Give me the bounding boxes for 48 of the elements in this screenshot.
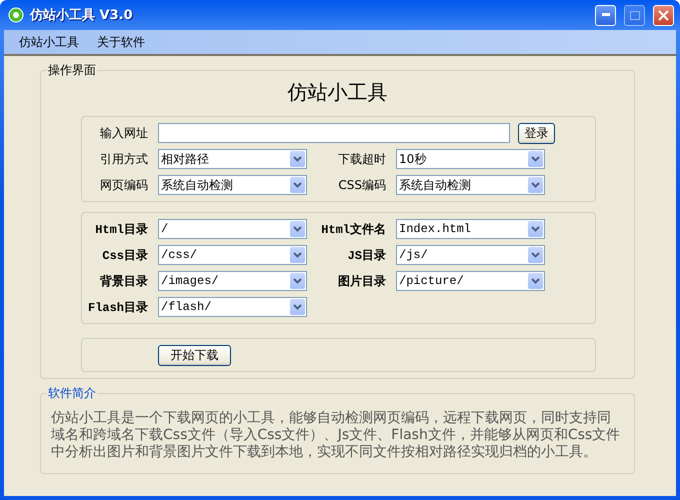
field-label: 背景目录 [98,274,148,290]
combo-box[interactable]: 系统自动检测 [158,175,307,195]
field-label: 下载超时 [337,150,386,168]
field-label: 图片目录 [337,274,386,290]
dropdown-icon[interactable] [290,273,305,289]
field-label: Flash目录 [88,300,148,316]
window-title: 仿站小工具 V3.0 [30,7,134,24]
menu-item[interactable]: 关于软件 [90,30,152,54]
maximize-icon[interactable] [624,4,645,26]
heading: 仿站小工具 [286,79,388,106]
combo-box[interactable]: 系统自动检测 [396,175,545,195]
dropdown-icon[interactable] [290,221,305,237]
dropdown-icon[interactable] [290,299,305,315]
dropdown-icon[interactable] [290,247,305,263]
combo-box[interactable]: /js/ [396,245,545,265]
combo-box[interactable]: 相对路径 [158,149,307,169]
dropdown-icon[interactable] [528,177,543,193]
url-field[interactable] [158,123,510,143]
field-label: Html文件名 [320,222,386,238]
combo-box[interactable]: /picture/ [396,271,545,291]
dropdown-icon[interactable] [528,247,543,263]
field-label: CSS编码 [337,176,386,194]
dropdown-icon[interactable] [290,151,305,167]
app-icon [8,7,24,23]
field-label: 输入网址 [99,124,148,142]
description: 仿站小工具是一个下载网页的小工具，能够自动检测网页编码，远程下载网页，同时支持同域名和跨域名下载Css文件（导入Css文件）、Js文件、Flash文件，并能够从网页和Css文件中分析出图片和背景图片文件下载到本地，实现不同文件按相对路径实现归档的小工具。 [51,410,622,461]
combo-box[interactable]: /css/ [158,245,307,265]
field-label: 引用方式 [99,150,148,168]
group-title: 软件简介 [47,385,97,402]
combo-box[interactable]: /images/ [158,271,307,291]
close-icon[interactable] [653,4,674,26]
menu-item[interactable]: 仿站小工具 [12,30,86,54]
field-label: 网页编码 [99,176,148,194]
start-download-button[interactable]: 开始下载 [158,344,231,366]
dropdown-icon[interactable] [528,151,543,167]
login-button[interactable]: 登录 [518,122,555,144]
combo-box[interactable]: 10秒 [396,149,545,169]
combo-box[interactable]: / [158,219,307,239]
minimize-icon[interactable] [595,4,616,26]
field-label: Css目录 [101,248,148,264]
dropdown-icon[interactable] [290,177,305,193]
dropdown-icon[interactable] [528,273,543,289]
group-title: 操作界面 [47,62,97,79]
dropdown-icon[interactable] [528,221,543,237]
combo-box[interactable]: Index.html [396,219,545,239]
combo-box[interactable]: /flash/ [158,297,307,317]
field-label: JS目录 [346,248,386,264]
field-label: Html目录 [94,222,148,238]
